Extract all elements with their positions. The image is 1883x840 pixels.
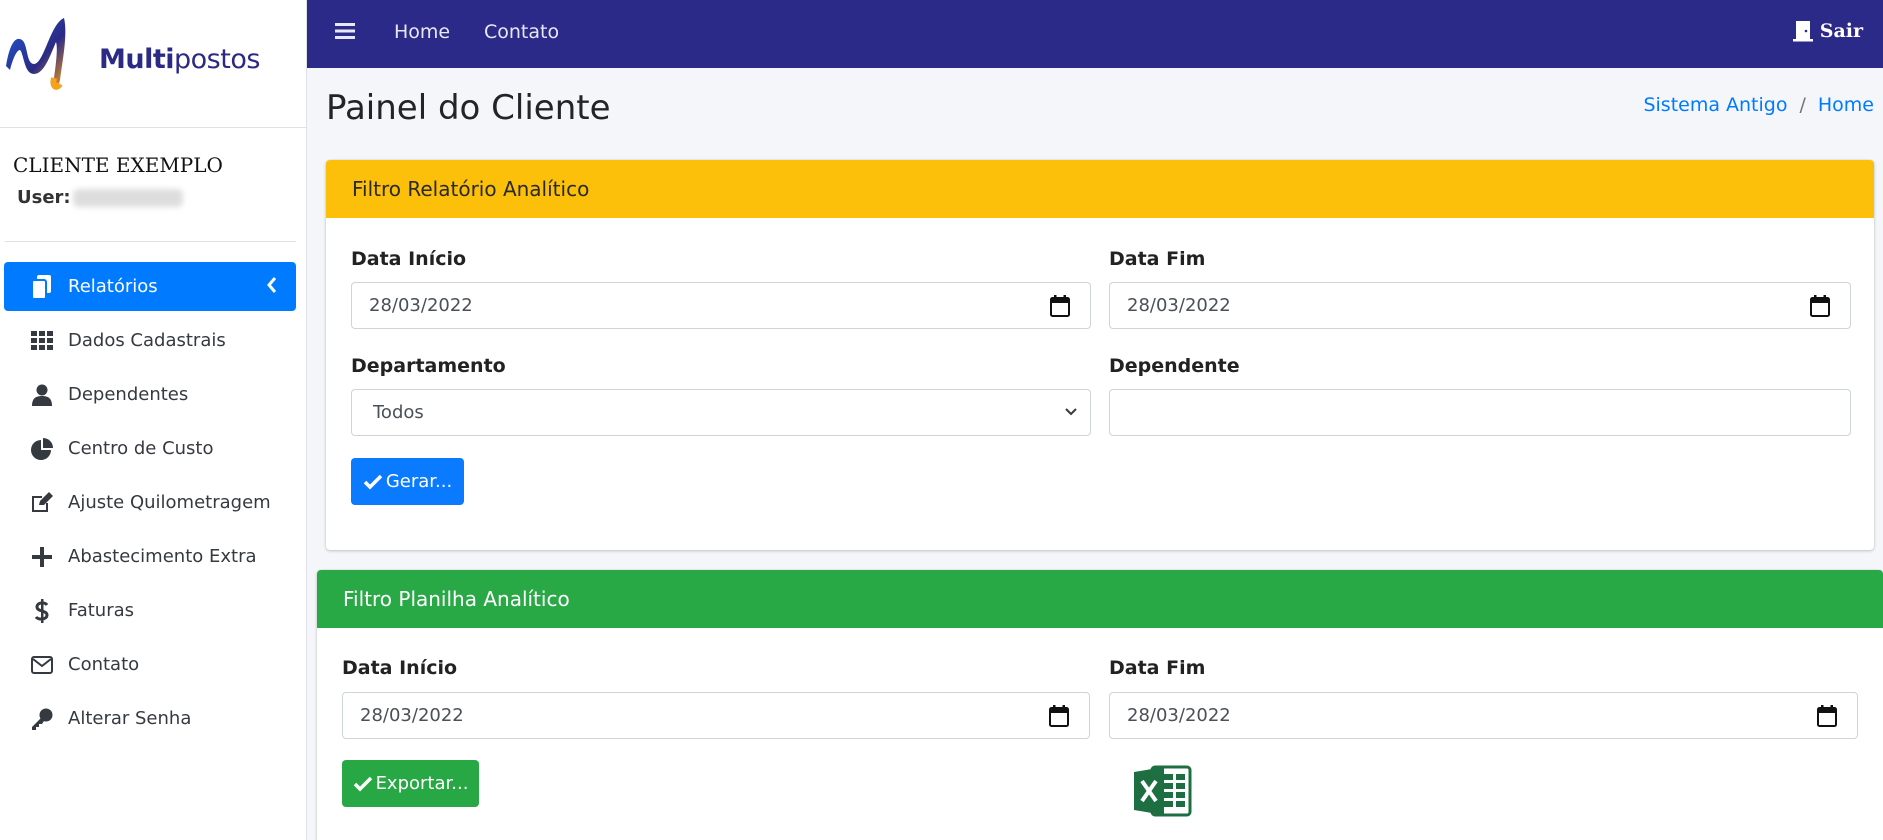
door-icon (1792, 21, 1813, 42)
page-title: Painel do Cliente (326, 88, 611, 128)
sidebar: Multipostos CLIENTE EXEMPLO User: Relató… (0, 0, 307, 840)
breadcrumb-sistema-antigo[interactable]: Sistema Antigo (1643, 94, 1787, 116)
pie-chart-icon (28, 437, 56, 461)
plus-icon (28, 545, 56, 569)
sidebar-item-centro-de-custo[interactable]: Centro de Custo (4, 424, 296, 473)
report-end-date-input[interactable]: 28/03/2022 (1109, 282, 1851, 329)
sidebar-item-label: Relatórios (68, 276, 158, 297)
sheet-filter-card: Filtro Planilha Analítico Data Início 28… (317, 570, 1883, 840)
sidebar-item-faturas[interactable]: Faturas (4, 586, 296, 635)
sidebar-item-label: Dependentes (68, 384, 189, 405)
client-name: CLIENTE EXEMPLO (13, 153, 223, 177)
report-end-date-value: 28/03/2022 (1127, 295, 1231, 316)
check-icon (353, 776, 372, 791)
sidebar-item-alterar-senha[interactable]: Alterar Senha (4, 694, 296, 743)
excel-icon[interactable] (1134, 765, 1192, 817)
sidebar-item-label: Abastecimento Extra (68, 546, 257, 567)
chevron-down-icon (1065, 408, 1077, 416)
dependent-label: Dependente (1109, 355, 1240, 377)
sidebar-item-label: Centro de Custo (68, 438, 214, 459)
department-select[interactable]: Todos (351, 389, 1091, 436)
user-icon (28, 383, 56, 407)
report-start-date-value: 28/03/2022 (369, 295, 473, 316)
sidebar-item-label: Alterar Senha (68, 708, 192, 729)
breadcrumb-separator: / (1799, 94, 1806, 116)
brand[interactable]: Multipostos (0, 0, 306, 128)
nav-contact-link[interactable]: Contato (484, 21, 559, 43)
sidebar-item-dados-cadastrais[interactable]: Dados Cadastrais (4, 316, 296, 365)
calendar-icon[interactable] (1810, 295, 1830, 317)
breadcrumb-home[interactable]: Home (1818, 94, 1874, 116)
sidebar-item-abastecimento-extra[interactable]: Abastecimento Extra (4, 532, 296, 581)
sidebar-item-relatorios[interactable]: Relatórios (4, 262, 296, 311)
generate-button[interactable]: Gerar... (351, 458, 464, 505)
user-panel: CLIENTE EXEMPLO User: (5, 128, 296, 242)
dollar-icon (28, 598, 56, 623)
brand-name-regular: postos (174, 44, 260, 75)
department-selected-value: Todos (373, 402, 424, 423)
sidebar-item-ajuste-quilometragem[interactable]: Ajuste Quilometragem (4, 478, 296, 527)
user-id-redacted (72, 189, 183, 207)
sheet-end-date-value: 28/03/2022 (1127, 705, 1231, 726)
logout-button[interactable]: Sair (1792, 20, 1863, 42)
brand-name: Multipostos (99, 44, 260, 75)
brand-name-bold: Multi (99, 44, 175, 75)
hamburger-menu-icon[interactable] (335, 22, 355, 44)
sidebar-item-contato[interactable]: Contato (4, 640, 296, 689)
report-start-date-input[interactable]: 28/03/2022 (351, 282, 1091, 329)
calendar-icon[interactable] (1050, 295, 1070, 317)
export-button-label: Exportar... (375, 773, 469, 794)
export-button[interactable]: Exportar... (342, 760, 479, 807)
sheet-start-date-input[interactable]: 28/03/2022 (342, 692, 1090, 739)
sidebar-item-label: Contato (68, 654, 140, 675)
sidebar-item-label: Faturas (68, 600, 135, 621)
logout-label: Sair (1819, 20, 1863, 42)
dependent-input[interactable] (1109, 389, 1851, 436)
sidebar-item-dependentes[interactable]: Dependentes (4, 370, 296, 419)
generate-button-label: Gerar... (385, 471, 453, 492)
calendar-icon[interactable] (1049, 705, 1069, 727)
edit-icon (28, 491, 56, 515)
chevron-left-icon (267, 277, 277, 293)
sheet-filter-header: Filtro Planilha Analítico (317, 570, 1883, 628)
sheet-end-date-label: Data Fim (1109, 657, 1206, 679)
calendar-icon[interactable] (1817, 705, 1837, 727)
report-filter-card: Filtro Relatório Analítico Data Início 2… (326, 160, 1874, 550)
top-navbar: Home Contato Sair (307, 0, 1883, 68)
grid-icon (28, 329, 56, 353)
user-line: User: (17, 187, 183, 208)
sheet-start-date-value: 28/03/2022 (360, 705, 464, 726)
sheet-end-date-input[interactable]: 28/03/2022 (1109, 692, 1858, 739)
copy-icon (28, 274, 56, 299)
multipostos-logo (6, 18, 66, 90)
sidebar-item-label: Dados Cadastrais (68, 330, 226, 351)
department-label: Departamento (351, 355, 506, 377)
envelope-icon (28, 653, 56, 677)
sidebar-nav: Relatórios Dados Cadastrais Dependentes … (0, 262, 306, 743)
nav-home-link[interactable]: Home (394, 21, 450, 43)
key-icon (28, 707, 56, 731)
user-label: User: (17, 187, 71, 208)
sidebar-item-label: Ajuste Quilometragem (68, 492, 271, 513)
breadcrumb: Sistema Antigo / Home (1643, 94, 1874, 116)
report-start-date-label: Data Início (351, 248, 467, 270)
check-icon (363, 474, 383, 489)
report-filter-header: Filtro Relatório Analítico (326, 160, 1874, 218)
report-end-date-label: Data Fim (1109, 248, 1206, 270)
sheet-start-date-label: Data Início (342, 657, 458, 679)
